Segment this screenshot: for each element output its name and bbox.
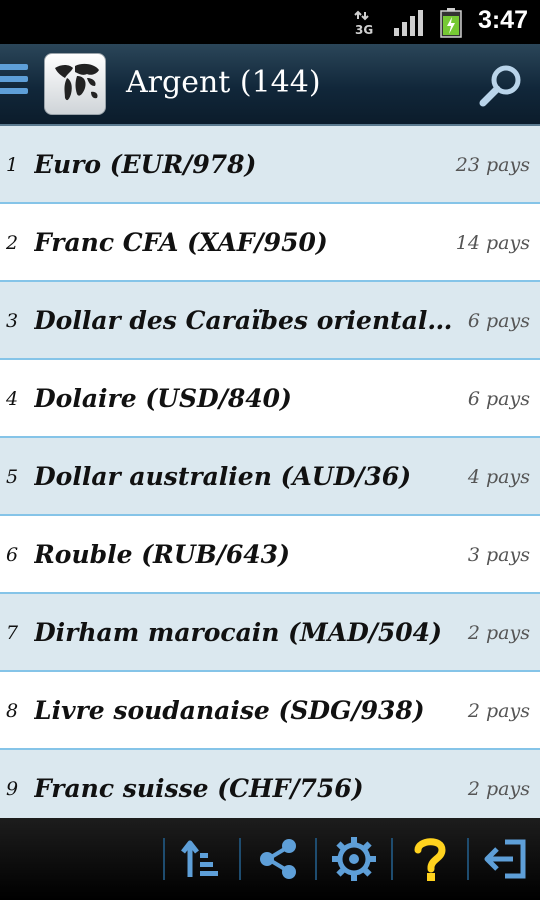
list-item[interactable]: 6 Rouble (RUB/643) 3 pays	[0, 516, 540, 594]
action-bar: Argent (144)	[0, 44, 540, 126]
item-count: 6 pays	[467, 310, 530, 332]
item-index: 1	[6, 154, 19, 176]
item-index: 6	[6, 544, 19, 566]
exit-button[interactable]	[476, 832, 536, 886]
item-index: 9	[6, 778, 19, 800]
list-item[interactable]: 2 Franc CFA (XAF/950) 14 pays	[0, 204, 540, 282]
item-count: 6 pays	[467, 388, 530, 410]
toolbar-divider	[239, 838, 241, 880]
signal-icon	[394, 10, 423, 36]
help-icon	[414, 838, 446, 881]
item-count: 23 pays	[455, 154, 530, 176]
settings-button[interactable]	[324, 832, 384, 886]
sort-button[interactable]	[172, 832, 232, 886]
item-index: 3	[6, 310, 19, 332]
item-index: 4	[6, 388, 19, 410]
item-name: Dollar des Caraïbes orientales (XCD/951)	[34, 306, 462, 335]
list-item[interactable]: 1 Euro (EUR/978) 23 pays	[0, 126, 540, 204]
item-count: 2 pays	[467, 622, 530, 644]
item-name: Franc suisse (CHF/756)	[34, 774, 364, 803]
toolbar-divider	[391, 838, 393, 880]
status-bar: 3G 3:47	[0, 0, 540, 44]
svg-text:3G: 3G	[355, 23, 373, 36]
share-icon	[260, 839, 296, 879]
toolbar-divider	[315, 838, 317, 880]
item-count: 14 pays	[455, 232, 530, 254]
bottom-toolbar	[0, 818, 540, 900]
currency-list: 1 Euro (EUR/978) 23 pays 2 Franc CFA (XA…	[0, 126, 540, 818]
item-index: 8	[6, 700, 19, 722]
item-name: Livre soudanaise (SDG/938)	[34, 696, 425, 725]
list-item[interactable]: 3 Dollar des Caraïbes orientales (XCD/95…	[0, 282, 540, 360]
hamburger-icon[interactable]	[0, 64, 28, 104]
toolbar-divider	[467, 838, 469, 880]
sort-icon	[181, 840, 218, 877]
battery-charging-icon	[440, 8, 462, 38]
page-title: Argent (144)	[126, 65, 321, 100]
item-name: Dirham marocain (MAD/504)	[34, 618, 442, 647]
list-item[interactable]: 5 Dollar australien (AUD/36) 4 pays	[0, 438, 540, 516]
item-index: 5	[6, 466, 19, 488]
item-index: 2	[6, 232, 19, 254]
list-item[interactable]: 7 Dirham marocain (MAD/504) 2 pays	[0, 594, 540, 672]
list-item[interactable]: 4 Dolaire (USD/840) 6 pays	[0, 360, 540, 438]
item-name: Dolaire (USD/840)	[34, 384, 292, 413]
item-index: 7	[6, 622, 19, 644]
item-name: Franc CFA (XAF/950)	[34, 228, 328, 257]
toolbar-divider	[163, 838, 165, 880]
item-name: Dollar australien (AUD/36)	[34, 462, 412, 491]
list-item[interactable]: 8 Livre soudanaise (SDG/938) 2 pays	[0, 672, 540, 750]
search-icon[interactable]	[478, 62, 526, 110]
network-3g-icon: 3G	[354, 10, 373, 36]
clock: 3:47	[477, 6, 528, 34]
help-button[interactable]	[400, 832, 460, 886]
item-count: 4 pays	[467, 466, 530, 488]
item-count: 2 pays	[467, 778, 530, 800]
world-map-icon[interactable]	[44, 53, 106, 115]
item-count: 3 pays	[467, 544, 530, 566]
share-button[interactable]	[248, 832, 308, 886]
gear-icon	[332, 837, 376, 881]
list-item[interactable]: 9 Franc suisse (CHF/756) 2 pays	[0, 750, 540, 818]
item-name: Euro (EUR/978)	[34, 150, 257, 179]
item-count: 2 pays	[467, 700, 530, 722]
exit-icon	[484, 839, 526, 879]
item-name: Rouble (RUB/643)	[34, 540, 290, 569]
